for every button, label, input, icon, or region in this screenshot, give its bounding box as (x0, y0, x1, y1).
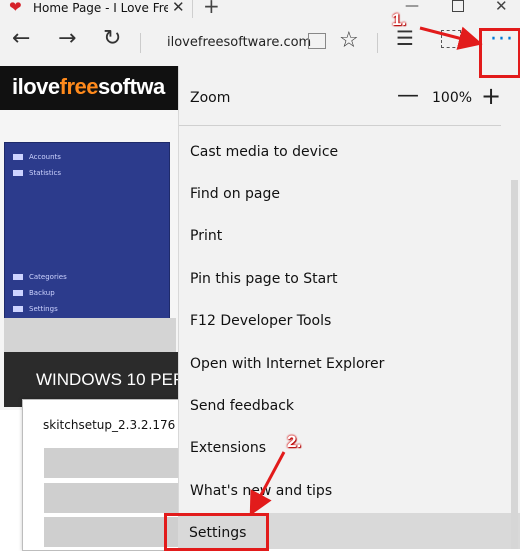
arrow-to-more-actions (419, 26, 483, 50)
annotation-arrows (249, 26, 483, 516)
arrow-to-settings (249, 451, 286, 516)
